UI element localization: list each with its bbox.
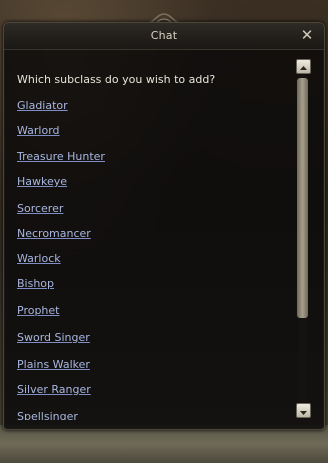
option-spellsinger[interactable]: Spellsinger <box>17 410 78 420</box>
scroll-up-button[interactable] <box>296 59 311 74</box>
scroll-down-button[interactable] <box>296 403 311 418</box>
option-plains-walker[interactable]: Plains Walker <box>17 358 90 371</box>
option-hawkeye[interactable]: Hawkeye <box>17 175 67 188</box>
window-title: Chat <box>150 29 178 42</box>
dialog-content: Which subclass do you wish to add? Gladi… <box>16 57 291 420</box>
title-bar[interactable]: Chat ✕ <box>4 23 324 50</box>
close-icon[interactable]: ✕ <box>300 27 314 43</box>
dialog-question: Which subclass do you wish to add? <box>17 73 216 86</box>
option-sword-singer[interactable]: Sword Singer <box>17 331 90 344</box>
option-treasure-hunter[interactable]: Treasure Hunter <box>17 150 105 163</box>
option-necromancer[interactable]: Necromancer <box>17 227 91 240</box>
option-sorcerer[interactable]: Sorcerer <box>17 202 63 215</box>
chat-window: Chat ✕ Which subclass do you wish to add… <box>3 22 325 430</box>
arrow-down-icon <box>300 411 307 415</box>
option-bishop[interactable]: Bishop <box>17 277 54 290</box>
option-warlord[interactable]: Warlord <box>17 124 60 137</box>
option-gladiator[interactable]: Gladiator <box>17 99 68 112</box>
scrollbar-thumb[interactable] <box>297 78 308 318</box>
option-prophet[interactable]: Prophet <box>17 304 60 317</box>
option-silver-ranger[interactable]: Silver Ranger <box>17 383 91 396</box>
arrow-up-icon <box>300 66 307 70</box>
option-warlock[interactable]: Warlock <box>17 252 61 265</box>
ground-strip <box>0 425 328 463</box>
